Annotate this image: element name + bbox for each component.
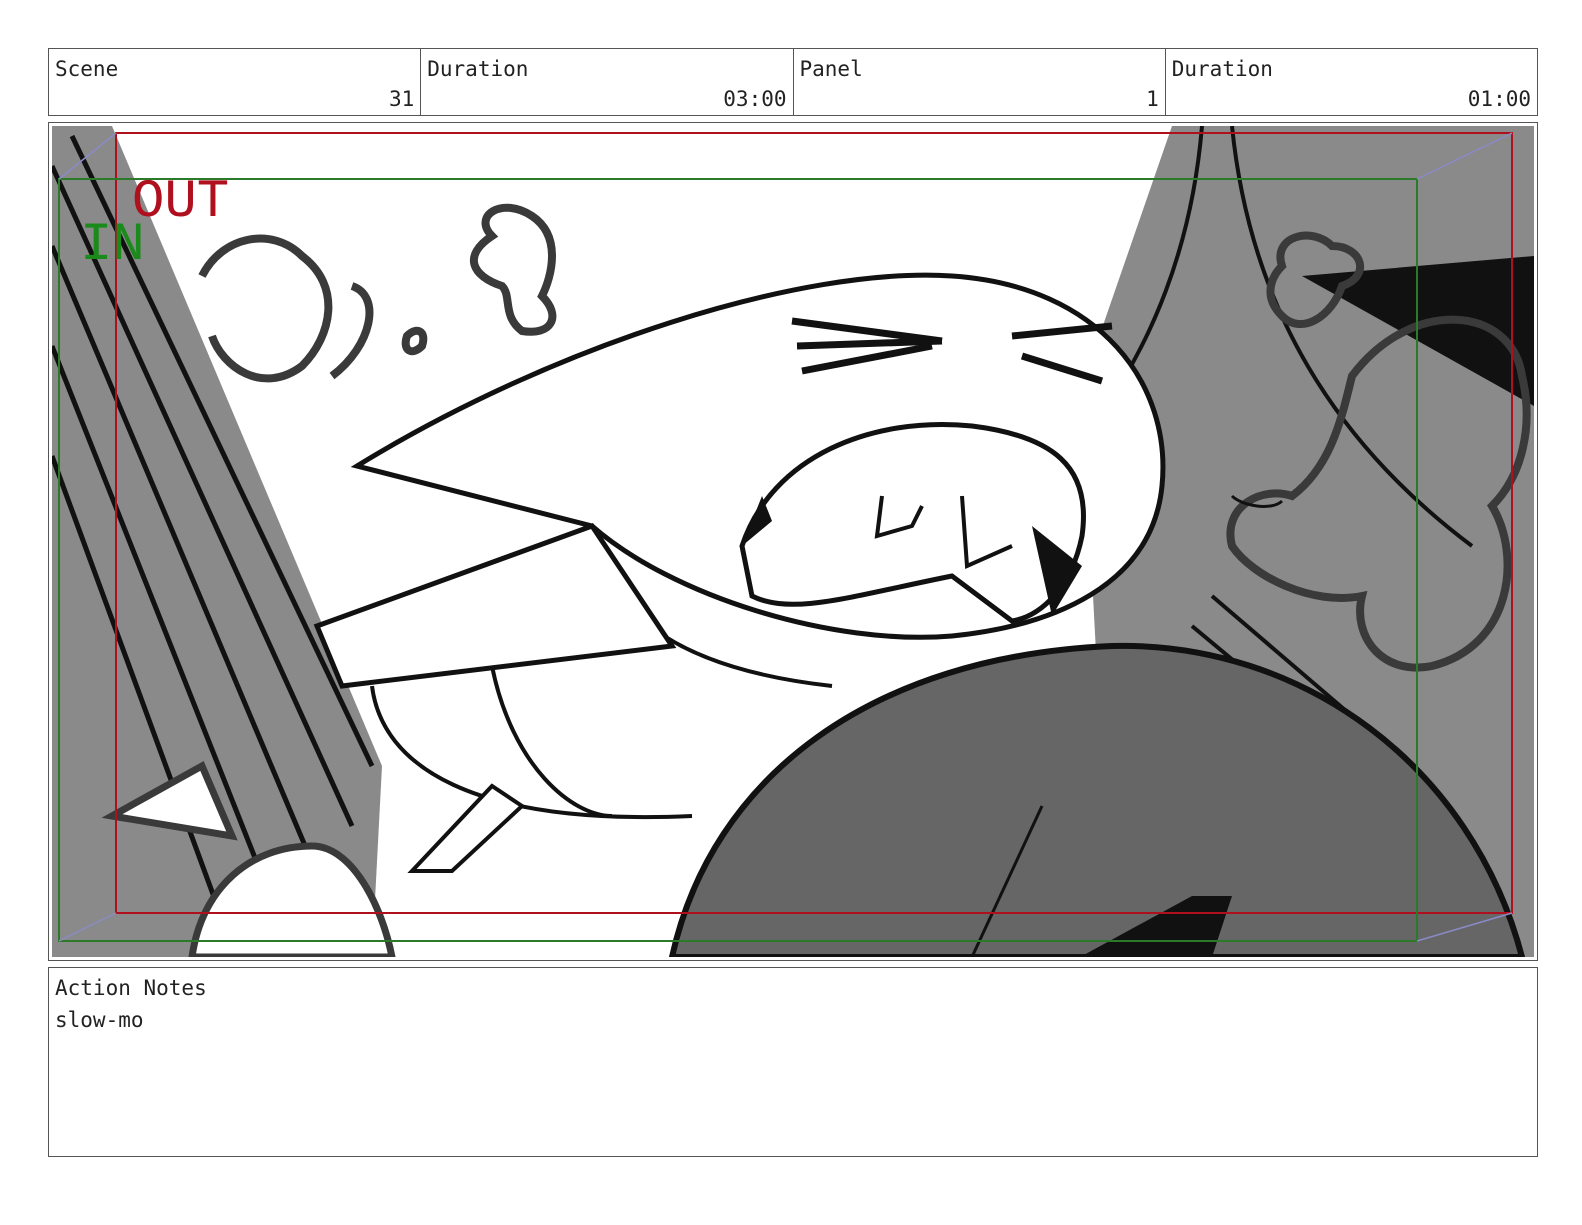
action-notes-text[interactable]: slow-mo [55, 1008, 144, 1032]
scene-label: Scene [55, 57, 119, 81]
scene-number[interactable]: 31 [389, 87, 414, 111]
in-label: IN [80, 215, 145, 276]
out-label: OUT [132, 172, 229, 233]
panel-cell: Panel 1 [794, 49, 1166, 115]
panel-duration-cell: Duration 01:00 [1166, 49, 1537, 115]
action-notes-label: Action Notes [55, 976, 207, 1000]
panel-duration-value[interactable]: 01:00 [1468, 87, 1531, 111]
panel-label: Panel [799, 57, 863, 81]
panel-header: Scene 31 Duration 03:00 Panel 1 Duration… [48, 48, 1538, 116]
action-notes: Action Notes slow-mo [48, 967, 1538, 1157]
scene-duration-value[interactable]: 03:00 [723, 87, 786, 111]
scene-cell: Scene 31 [49, 49, 422, 115]
scene-duration-label: Duration [427, 57, 529, 81]
scene-duration-cell: Duration 03:00 [421, 49, 794, 115]
panel-number[interactable]: 1 [1146, 87, 1159, 111]
storyboard-drawing: OUT IN [52, 126, 1534, 957]
storyboard-panel: OUT IN [48, 122, 1538, 961]
panel-duration-label: Duration [1171, 57, 1273, 81]
